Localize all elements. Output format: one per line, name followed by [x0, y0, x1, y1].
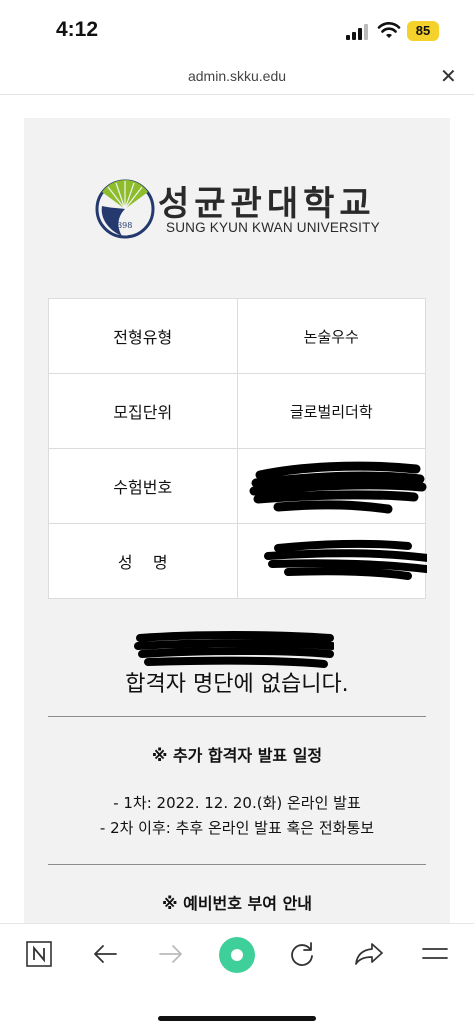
cellular-signal-icon	[346, 24, 368, 40]
label-exam-number: 수험번호	[48, 448, 238, 524]
browser-bottom-toolbar	[0, 923, 474, 1026]
value-department: 글로벌리더학	[236, 373, 426, 449]
applicant-info-table: 전형유형 논술우수 모집단위 글로벌리더학 수험번호 성 명	[48, 298, 427, 599]
close-icon[interactable]: ✕	[440, 64, 457, 88]
waitlist-title: ※ 예비번호 부여 안내	[161, 894, 313, 913]
logo-korean-name: 성균관대학교	[158, 184, 376, 224]
value-exam-number-redacted	[236, 448, 426, 524]
refresh-icon[interactable]	[288, 940, 316, 968]
green-dot-menu-icon[interactable]	[218, 936, 256, 974]
url-text[interactable]: admin.skku.edu	[0, 68, 474, 84]
back-arrow-icon[interactable]	[92, 942, 118, 966]
wifi-icon	[377, 22, 401, 38]
share-icon[interactable]	[354, 941, 384, 967]
emblem-year: 1398	[112, 221, 132, 230]
redaction-scribble	[134, 631, 334, 668]
value-admission-type: 논술우수	[236, 298, 426, 374]
hamburger-menu-icon[interactable]	[421, 944, 449, 964]
naver-home-icon[interactable]	[26, 941, 52, 967]
status-bar: 4:12 85	[0, 0, 474, 58]
schedule-line-1: - 1차: 2022. 12. 20.(화) 온라인 발표	[113, 794, 361, 812]
table-row: 모집단위 글로벌리더학	[48, 373, 426, 449]
result-message: 합격자 명단에 없습니다.	[125, 672, 349, 697]
label-name: 성 명	[48, 523, 238, 599]
redaction-scribble	[249, 461, 426, 514]
forward-arrow-icon[interactable]	[158, 942, 184, 966]
section-divider	[48, 716, 426, 717]
additional-announcement-title: ※ 추가 합격자 발표 일정	[151, 746, 323, 765]
logo-english-name: SUNG KYUN KWAN UNIVERSITY	[166, 220, 380, 235]
label-admission-type: 전형유형	[48, 298, 238, 374]
table-row: 전형유형 논술우수	[48, 298, 426, 374]
section-divider	[48, 864, 426, 865]
redaction-scribble	[263, 539, 427, 580]
table-row: 성 명	[48, 523, 427, 599]
home-indicator	[158, 1016, 316, 1021]
page-content: 1398 성균관대학교 SUNG KYUN KWAN UNIVERSITY 전형…	[24, 118, 450, 923]
value-name-redacted	[236, 523, 427, 599]
schedule-line-2: - 2차 이후: 추후 온라인 발표 혹은 전화통보	[99, 819, 375, 837]
browser-url-bar: admin.skku.edu ✕	[0, 58, 474, 95]
university-emblem-icon: 1398	[95, 179, 155, 239]
status-time: 4:12	[56, 18, 99, 41]
university-logo: 1398 성균관대학교 SUNG KYUN KWAN UNIVERSITY	[94, 176, 394, 246]
label-department: 모집단위	[48, 373, 238, 449]
battery-indicator: 85	[407, 21, 439, 41]
table-row: 수험번호	[48, 448, 426, 524]
